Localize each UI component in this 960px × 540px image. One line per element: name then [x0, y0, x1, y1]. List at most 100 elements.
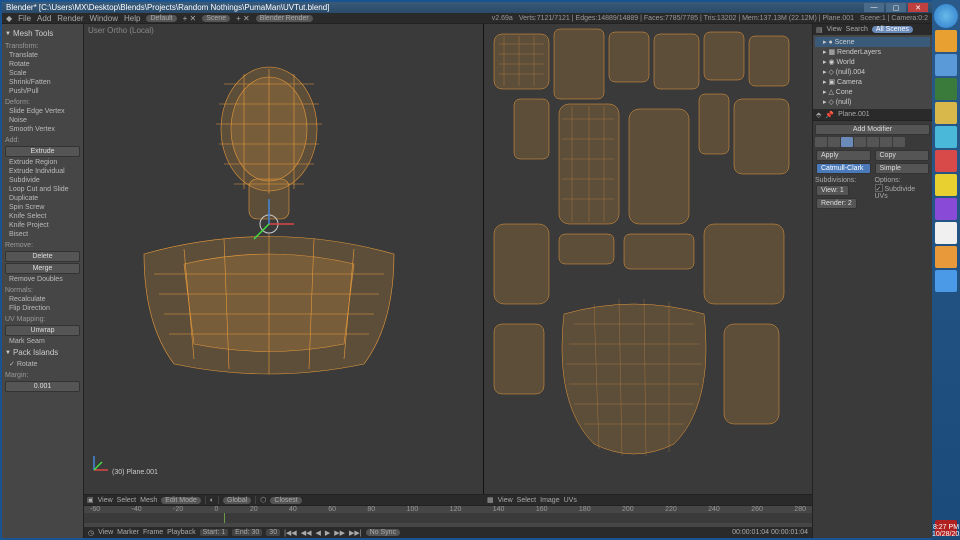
maximize-button[interactable]: ▢	[886, 3, 906, 12]
system-clock[interactable]: 8:27 PM 10/28/2013	[932, 524, 960, 538]
vp-select[interactable]: Select	[117, 497, 136, 504]
taskbar-app-2[interactable]	[935, 54, 957, 76]
renderer-selector[interactable]: Blender Render	[256, 15, 313, 22]
menu-file[interactable]: File	[18, 14, 31, 23]
taskbar-app-11[interactable]	[935, 270, 957, 292]
outliner-view[interactable]: View	[827, 26, 842, 33]
outliner-scene[interactable]: ▸ ● Scene	[815, 37, 930, 47]
unwrap-button[interactable]: Unwrap	[5, 325, 80, 336]
tool-noise[interactable]: Noise	[5, 116, 80, 125]
modtab-4[interactable]	[854, 137, 866, 147]
vp-mesh[interactable]: Mesh	[140, 497, 157, 504]
tool-extrude-indiv[interactable]: Extrude Individual	[5, 167, 80, 176]
tool-extrude-region[interactable]: Extrude Region	[5, 158, 80, 167]
tool-loopcut[interactable]: Loop Cut and Slide	[5, 185, 80, 194]
tool-smooth[interactable]: Smooth Vertex	[5, 125, 80, 134]
tool-flip[interactable]: Flip Direction	[5, 304, 80, 313]
delete-button[interactable]: Delete	[5, 251, 80, 262]
outliner-renderlayers[interactable]: ▸ ▦ RenderLayers	[815, 47, 930, 57]
tool-markseam[interactable]: Mark Seam	[5, 337, 80, 346]
subdiv-uvs-check[interactable]: ✓ Subdivide UVs	[875, 184, 931, 200]
taskbar-app-10[interactable]	[935, 246, 957, 268]
snap-selector[interactable]: Closest	[270, 497, 301, 504]
taskbar-app-7[interactable]	[935, 174, 957, 196]
copy-button[interactable]: Copy	[875, 150, 930, 161]
tool-rotate[interactable]: Rotate	[5, 60, 80, 69]
tool-translate[interactable]: Translate	[5, 51, 80, 60]
tool-bisect[interactable]: Bisect	[5, 230, 80, 239]
tool-scale[interactable]: Scale	[5, 69, 80, 78]
view-subdiv[interactable]: View: 1	[816, 185, 849, 196]
modtab-7[interactable]	[893, 137, 905, 147]
menu-add[interactable]: Add	[37, 14, 51, 23]
add-modifier-button[interactable]: Add Modifier	[815, 124, 930, 135]
layout-selector[interactable]: Default	[146, 15, 176, 22]
taskbar-app-5[interactable]	[935, 126, 957, 148]
tool-pushpull[interactable]: Push/Pull	[5, 87, 80, 96]
outliner-camera[interactable]: ▸ ▣ Camera	[815, 77, 930, 87]
sync-selector[interactable]: No Sync	[366, 529, 400, 536]
uv-select[interactable]: Select	[517, 497, 536, 504]
shading-icon[interactable]: ◐	[210, 497, 214, 504]
cube-icon[interactable]: ▣	[87, 496, 94, 504]
rotate-check[interactable]: ✓ Rotate	[5, 359, 80, 369]
image-icon[interactable]: ▦	[487, 496, 494, 504]
close-button[interactable]: ✕	[908, 3, 928, 12]
uv-uvs[interactable]: UVs	[564, 497, 577, 504]
uv-image[interactable]: Image	[540, 497, 559, 504]
tool-knife[interactable]: Knife Select	[5, 212, 80, 221]
taskbar-app-9[interactable]	[935, 222, 957, 244]
current-frame[interactable]: 30	[266, 529, 280, 536]
menu-window[interactable]: Window	[90, 14, 118, 23]
outliner-cone[interactable]: ▸ △ Cone	[815, 87, 930, 97]
outliner-search[interactable]: Search	[846, 26, 868, 33]
snap-icon[interactable]: ⬡	[260, 496, 266, 504]
taskbar-app-3[interactable]	[935, 78, 957, 100]
start-frame[interactable]: Start: 1	[200, 529, 229, 536]
tool-duplicate[interactable]: Duplicate	[5, 194, 80, 203]
outliner[interactable]: ▸ ● Scene ▸ ▦ RenderLayers ▸ ◉ World ▸ ◇…	[813, 35, 932, 109]
tool-knife-project[interactable]: Knife Project	[5, 221, 80, 230]
tool-remove-doubles[interactable]: Remove Doubles	[5, 275, 80, 284]
outliner-icon[interactable]: ▤	[816, 26, 823, 34]
menu-help[interactable]: Help	[124, 14, 140, 23]
tl-view[interactable]: View	[98, 529, 113, 536]
menu-render[interactable]: Render	[57, 14, 83, 23]
rewind-icon[interactable]: ◀◀	[301, 529, 312, 537]
outliner-null[interactable]: ▸ ◇ (null)	[815, 97, 930, 107]
modtab-3[interactable]	[841, 137, 853, 147]
minimize-button[interactable]: —	[864, 3, 884, 12]
props-icon[interactable]: ⬘	[816, 111, 821, 119]
pack-islands-header[interactable]: Pack Islands	[5, 346, 80, 359]
merge-button[interactable]: Merge	[5, 263, 80, 274]
end-frame[interactable]: End: 30	[232, 529, 262, 536]
tool-subdivide[interactable]: Subdivide	[5, 176, 80, 185]
play-rev-icon[interactable]: ◀	[315, 529, 320, 537]
mode-selector[interactable]: Edit Mode	[161, 497, 201, 504]
taskbar-app-4[interactable]	[935, 102, 957, 124]
outliner-world[interactable]: ▸ ◉ World	[815, 57, 930, 67]
orient-selector[interactable]: Global	[223, 497, 251, 504]
tool-recalc[interactable]: Recalculate	[5, 295, 80, 304]
taskbar-app-8[interactable]	[935, 198, 957, 220]
taskbar-app-6[interactable]	[935, 150, 957, 172]
outliner-filter[interactable]: All Scenes	[872, 26, 913, 33]
3d-viewport[interactable]: User Ortho (Local)	[84, 24, 484, 494]
tool-spin[interactable]: Spin Screw	[5, 203, 80, 212]
vp-view[interactable]: View	[98, 497, 113, 504]
tl-playback[interactable]: Playback	[167, 529, 195, 536]
tl-marker[interactable]: Marker	[117, 529, 139, 536]
modtab-2[interactable]	[828, 137, 840, 147]
playhead[interactable]	[224, 513, 225, 523]
margin-input[interactable]: 0.001	[5, 381, 80, 392]
uv-view[interactable]: View	[498, 497, 513, 504]
tool-slide[interactable]: Slide Edge Vertex	[5, 107, 80, 116]
tool-shrink[interactable]: Shrink/Fatten	[5, 78, 80, 87]
scene-selector[interactable]: Scene	[202, 15, 230, 22]
clock-icon[interactable]: ◷	[88, 529, 94, 537]
tl-frame[interactable]: Frame	[143, 529, 163, 536]
apply-button[interactable]: Apply	[816, 150, 871, 161]
play-icon[interactable]: ▶	[325, 529, 330, 537]
modtab-5[interactable]	[867, 137, 879, 147]
rewind-start-icon[interactable]: |◀◀	[284, 529, 297, 537]
